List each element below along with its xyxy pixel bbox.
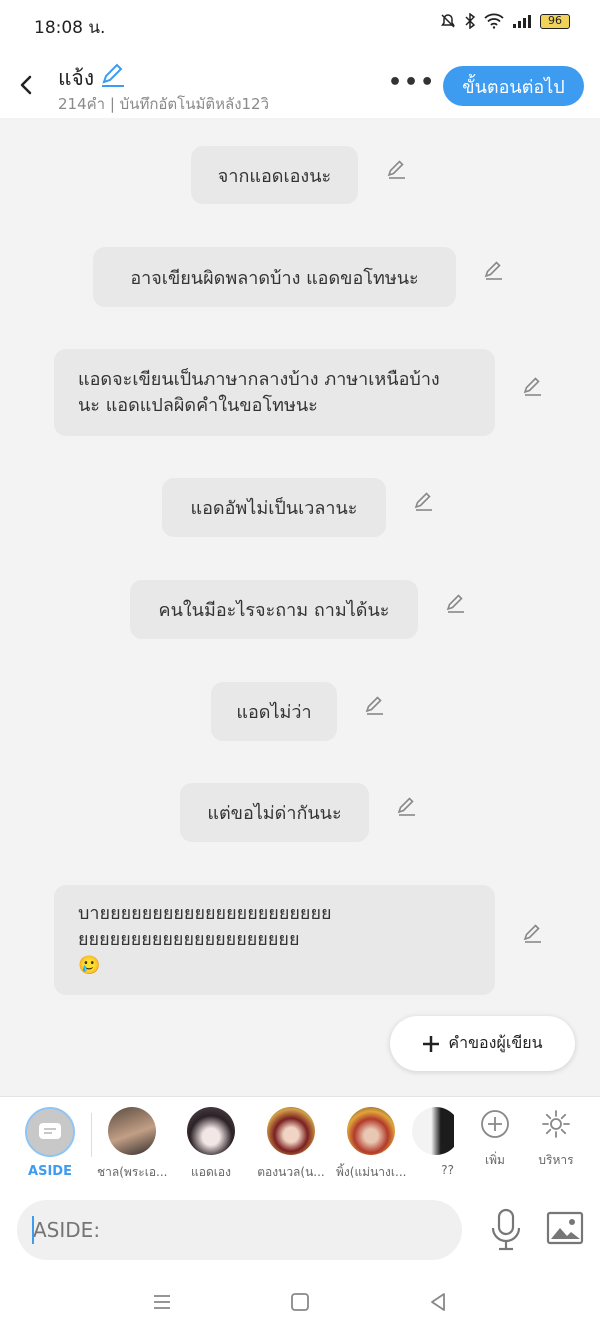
add-label: เพิ่ม <box>485 1153 505 1167</box>
avatar <box>412 1107 454 1155</box>
message-bubble[interactable]: แต่ขอไม่ด่ากันนะ <box>180 783 369 842</box>
message-bubble[interactable]: จากแอดเองนะ <box>191 146 358 204</box>
character-label: ชาล(พระเอ... <box>97 1165 167 1179</box>
character-selector: ASIDE ชาล(พระเอ... แอดเอง ตองนวล(น... พิ… <box>0 1096 600 1190</box>
plus-icon <box>423 1035 440 1052</box>
character-label: ?? <box>441 1163 454 1177</box>
edit-title-pencil-icon[interactable] <box>100 62 126 88</box>
message-input[interactable] <box>17 1200 462 1260</box>
signal-icon <box>513 15 531 28</box>
message-text-line: ยยยยยยยยยยยยยยยยยยยยย <box>78 929 300 950</box>
message-bubble[interactable]: อาจเขียนผิดพลาดบ้าง แอดขอโทษนะ <box>93 247 456 307</box>
divider <box>91 1113 92 1157</box>
manage-label: บริหาร <box>538 1153 574 1167</box>
message-text: แอดอัพไม่เป็นเวลานะ <box>190 498 358 519</box>
more-menu-icon[interactable]: ••• <box>388 70 434 96</box>
microphone-icon[interactable] <box>489 1208 523 1252</box>
avatar <box>187 1107 235 1155</box>
manage-button[interactable]: บริหาร <box>531 1109 581 1170</box>
character-item[interactable]: ชาล(พระเอ... <box>97 1107 167 1182</box>
edit-pencil-icon[interactable] <box>520 920 546 946</box>
character-label: ASIDE <box>28 1164 72 1179</box>
add-circle-icon <box>481 1110 509 1138</box>
wifi-icon <box>484 13 504 29</box>
character-item[interactable]: ตองนวล(น... <box>256 1107 326 1182</box>
edit-pencil-icon[interactable] <box>362 692 388 718</box>
back-arrow-icon[interactable] <box>12 68 42 102</box>
system-nav-bar <box>0 1272 600 1333</box>
message-bubble[interactable]: คนในมีอะไรจะถาม ถามได้นะ <box>130 580 418 639</box>
back-icon[interactable] <box>426 1290 450 1314</box>
bluetooth-icon <box>465 13 476 29</box>
status-bar: 18:08 น. 96 <box>0 0 600 52</box>
editor-header: แจ้ง 214คำ | บันทึกอัตโนมัติหลัง12วิ •••… <box>0 52 600 118</box>
message-text: แต่ขอไม่ด่ากันนะ <box>207 803 342 824</box>
edit-pencil-icon[interactable] <box>411 488 437 514</box>
edit-pencil-icon[interactable] <box>384 156 410 182</box>
message-bubble[interactable]: แอดไม่ว่า <box>211 682 337 741</box>
status-time: 18:08 น. <box>34 18 106 38</box>
edit-pencil-icon[interactable] <box>481 257 507 283</box>
character-aside[interactable]: ASIDE <box>15 1107 85 1179</box>
character-item[interactable]: ?? <box>412 1107 454 1177</box>
character-label: พิ้ง(แม่นางเ... <box>336 1165 406 1179</box>
status-icons: 96 <box>440 13 570 29</box>
aside-avatar <box>25 1107 75 1157</box>
edit-pencil-icon[interactable] <box>520 373 546 399</box>
message-text-line: บายยยยยยยยยยยยยยยยยยยยยย <box>78 903 332 924</box>
edit-pencil-icon[interactable] <box>394 793 420 819</box>
home-icon[interactable] <box>288 1290 312 1314</box>
avatar <box>267 1107 315 1155</box>
character-label: แอดเอง <box>191 1165 231 1179</box>
bell-off-icon <box>441 14 455 28</box>
avatar <box>108 1107 156 1155</box>
message-bubble[interactable]: แอดจะเขียนเป็นภาษากลางบ้าง ภาษาเหนือบ้าง… <box>54 349 495 436</box>
gear-icon <box>542 1110 570 1138</box>
menu-icon[interactable] <box>150 1290 174 1314</box>
author-note-button[interactable]: คำของผู้เขียน <box>390 1016 575 1071</box>
character-item[interactable]: แอดเอง <box>176 1107 246 1182</box>
message-text-line: นะ แอดแปลผิดคำในขอโทษนะ <box>78 394 318 416</box>
word-count-autosave: 214คำ | บันทึกอัตโนมัติหลัง12วิ <box>58 95 270 113</box>
message-text: คนในมีอะไรจะถาม ถามได้นะ <box>158 600 390 621</box>
message-bubble[interactable]: บายยยยยยยยยยยยยยยยยยยยยย ยยยยยยยยยยยยยยย… <box>54 885 495 995</box>
character-label: ตองนวล(น... <box>257 1165 325 1179</box>
chat-area: จากแอดเองนะ อาจเขียนผิดพลาดบ้าง แอดขอโทษ… <box>0 118 600 1096</box>
message-emoji: 🥲 <box>78 955 101 976</box>
avatar <box>347 1107 395 1155</box>
image-icon[interactable] <box>546 1210 584 1246</box>
battery-icon: 96 <box>540 13 570 29</box>
character-item[interactable]: พิ้ง(แม่นางเ... <box>336 1107 406 1182</box>
chapter-title: แจ้ง <box>58 66 95 90</box>
add-character-button[interactable]: เพิ่ม <box>470 1109 520 1170</box>
comment-icon <box>39 1123 61 1139</box>
author-note-label: คำของผู้เขียน <box>448 1033 543 1052</box>
message-text: แอดไม่ว่า <box>236 702 312 723</box>
message-text-line: แอดจะเขียนเป็นภาษากลางบ้าง ภาษาเหนือบ้าง <box>78 368 440 390</box>
text-caret <box>32 1216 34 1244</box>
message-text: อาจเขียนผิดพลาดบ้าง แอดขอโทษนะ <box>130 267 419 289</box>
edit-pencil-icon[interactable] <box>443 590 469 616</box>
message-text: จากแอดเองนะ <box>217 165 332 187</box>
message-bubble[interactable]: แอดอัพไม่เป็นเวลานะ <box>162 478 386 537</box>
input-bar <box>0 1190 600 1272</box>
next-step-button[interactable]: ขั้นตอนต่อไป <box>443 66 584 106</box>
